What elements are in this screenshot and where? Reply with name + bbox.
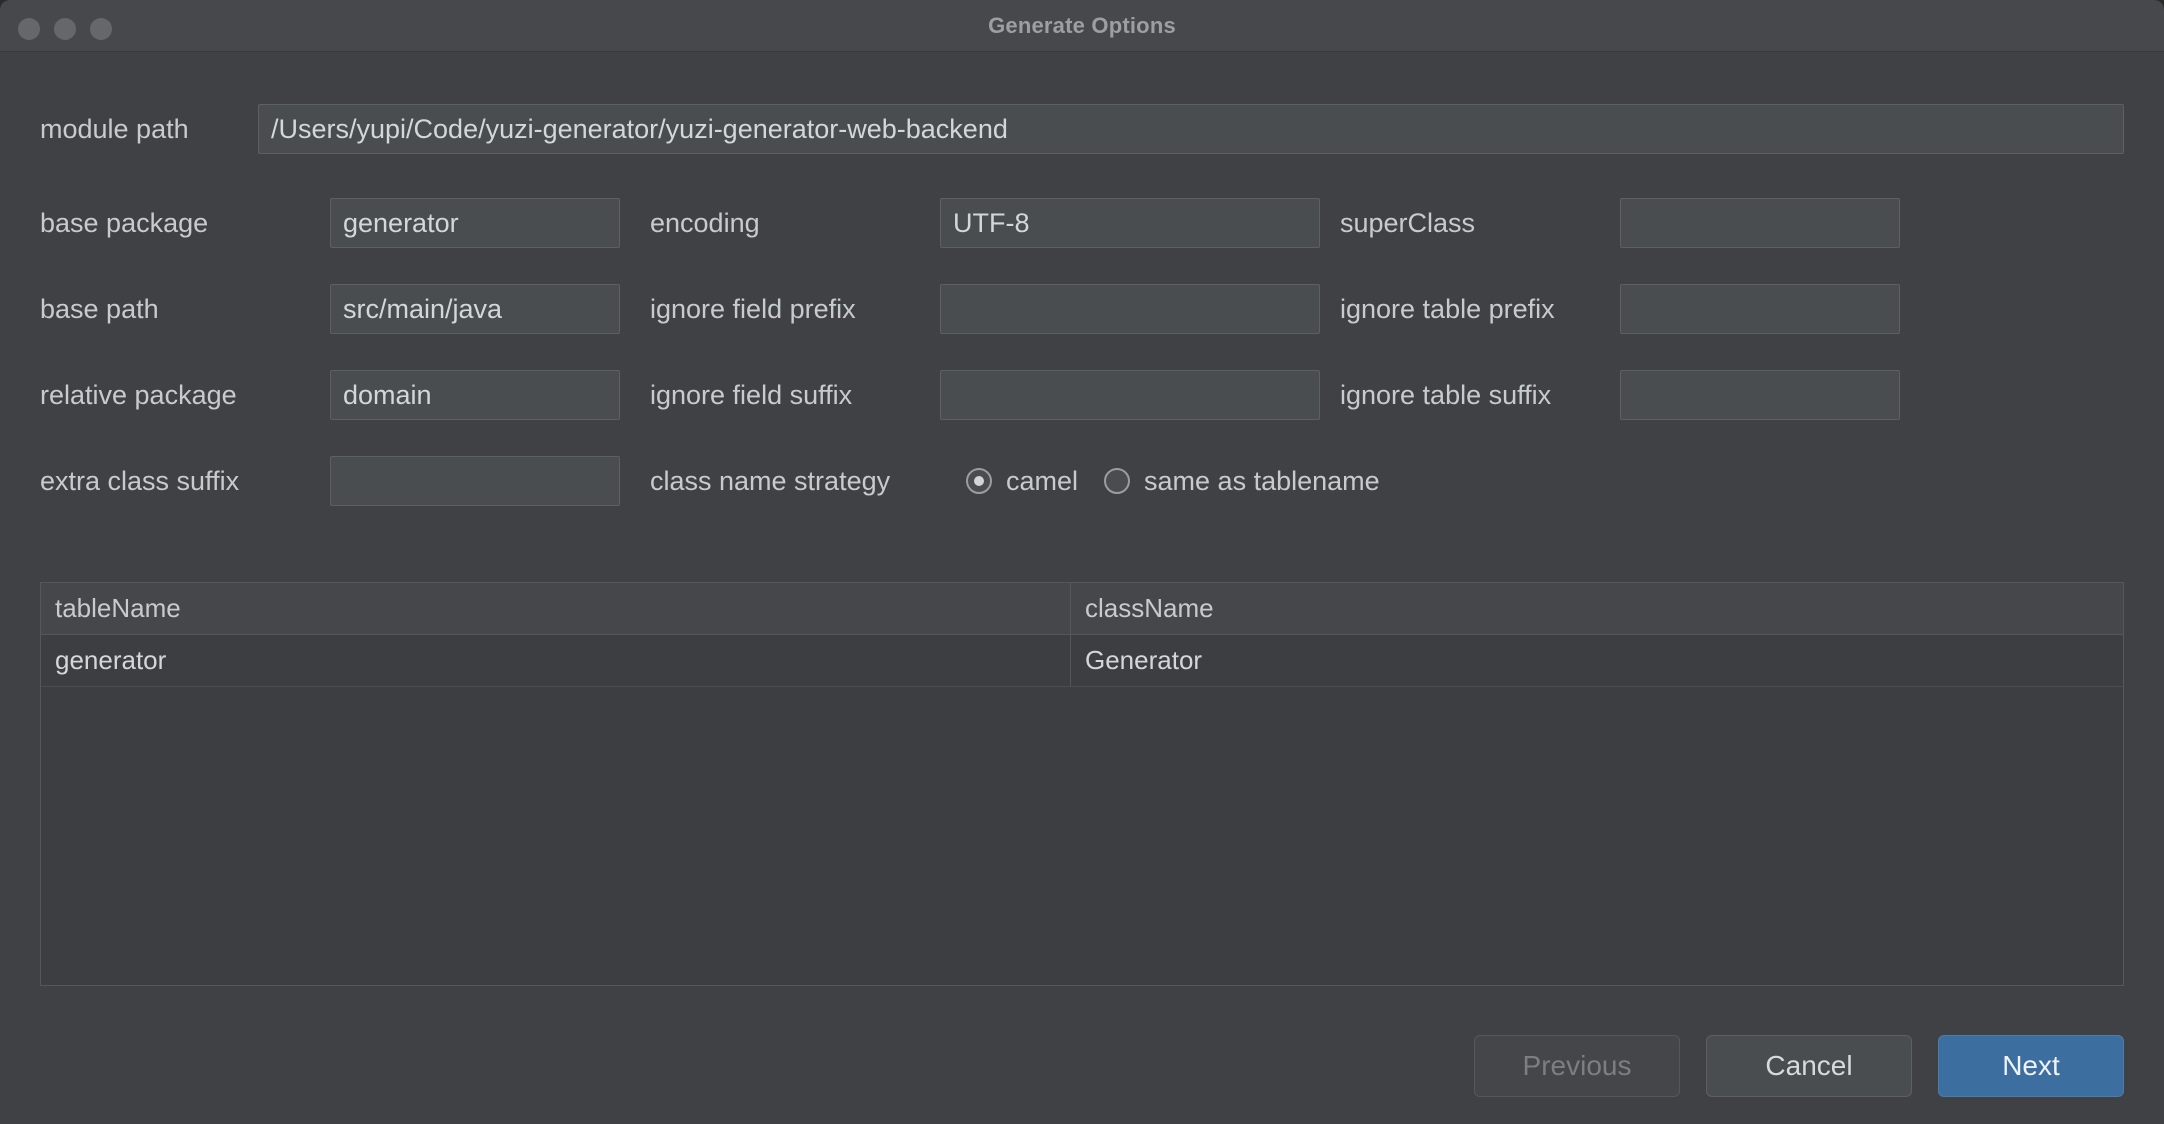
radio-camel-icon[interactable]: [966, 468, 992, 494]
options-row-3: relative package domain ignore field suf…: [40, 364, 2124, 426]
generate-options-dialog: Generate Options module path /Users/yupi…: [0, 0, 2164, 1124]
base-package-label: base package: [40, 207, 209, 238]
module-path-input[interactable]: /Users/yupi/Code/yuzi-generator/yuzi-gen…: [258, 104, 2124, 154]
cell-classname[interactable]: Generator: [1071, 635, 2123, 686]
relative-package-label: relative package: [40, 379, 237, 410]
radio-camel-label: camel: [1006, 465, 1079, 496]
class-name-strategy-row: extra class suffix class name strategy c…: [40, 450, 2124, 512]
cancel-button[interactable]: Cancel: [1706, 1035, 1912, 1097]
base-path-input[interactable]: src/main/java: [330, 284, 620, 334]
column-header-tablename[interactable]: tableName: [41, 583, 1071, 634]
dialog-footer: Previous Cancel Next: [1474, 1035, 2124, 1097]
encoding-label: encoding: [650, 207, 760, 238]
title-bar: Generate Options: [0, 0, 2164, 52]
base-path-label: base path: [40, 293, 159, 324]
module-path-row: module path /Users/yupi/Code/yuzi-genera…: [40, 104, 2124, 154]
column-header-classname[interactable]: className: [1071, 583, 2123, 634]
options-row-2: base path src/main/java ignore field pre…: [40, 278, 2124, 340]
ignore-field-suffix-input[interactable]: [940, 370, 1320, 420]
extra-class-suffix-label: extra class suffix: [40, 465, 240, 496]
dialog-content: module path /Users/yupi/Code/yuzi-genera…: [0, 52, 2164, 1123]
super-class-label: superClass: [1340, 207, 1476, 238]
table-header-row: tableName className: [41, 583, 2123, 635]
super-class-input[interactable]: [1620, 198, 1900, 248]
options-grid: base package generator encoding UTF-8 su…: [40, 192, 2124, 512]
options-row-1: base package generator encoding UTF-8 su…: [40, 192, 2124, 254]
ignore-table-prefix-input[interactable]: [1620, 284, 1900, 334]
ignore-field-prefix-label: ignore field prefix: [650, 293, 856, 324]
radio-camel[interactable]: camel: [966, 466, 1078, 497]
extra-class-suffix-input[interactable]: [330, 456, 620, 506]
class-name-strategy-label: class name strategy: [650, 465, 891, 496]
previous-button[interactable]: Previous: [1474, 1035, 1680, 1097]
encoding-input[interactable]: UTF-8: [940, 198, 1320, 248]
table-row[interactable]: generator Generator: [41, 635, 2123, 687]
radio-same-as-tablename-label: same as tablename: [1144, 465, 1380, 496]
ignore-field-prefix-input[interactable]: [940, 284, 1320, 334]
tables-mapping-table[interactable]: tableName className generator Generator: [40, 582, 2124, 986]
relative-package-input[interactable]: domain: [330, 370, 620, 420]
cell-tablename[interactable]: generator: [41, 635, 1071, 686]
next-button[interactable]: Next: [1938, 1035, 2124, 1097]
base-package-input[interactable]: generator: [330, 198, 620, 248]
ignore-table-prefix-label: ignore table prefix: [1340, 293, 1555, 324]
ignore-table-suffix-label: ignore table suffix: [1340, 379, 1552, 410]
radio-same-as-tablename[interactable]: same as tablename: [1104, 466, 1380, 497]
window-title: Generate Options: [988, 13, 1176, 38]
module-path-label: module path: [40, 113, 189, 144]
ignore-field-suffix-label: ignore field suffix: [650, 379, 853, 410]
radio-same-as-tablename-icon[interactable]: [1104, 468, 1131, 494]
ignore-table-suffix-input[interactable]: [1620, 370, 1900, 420]
